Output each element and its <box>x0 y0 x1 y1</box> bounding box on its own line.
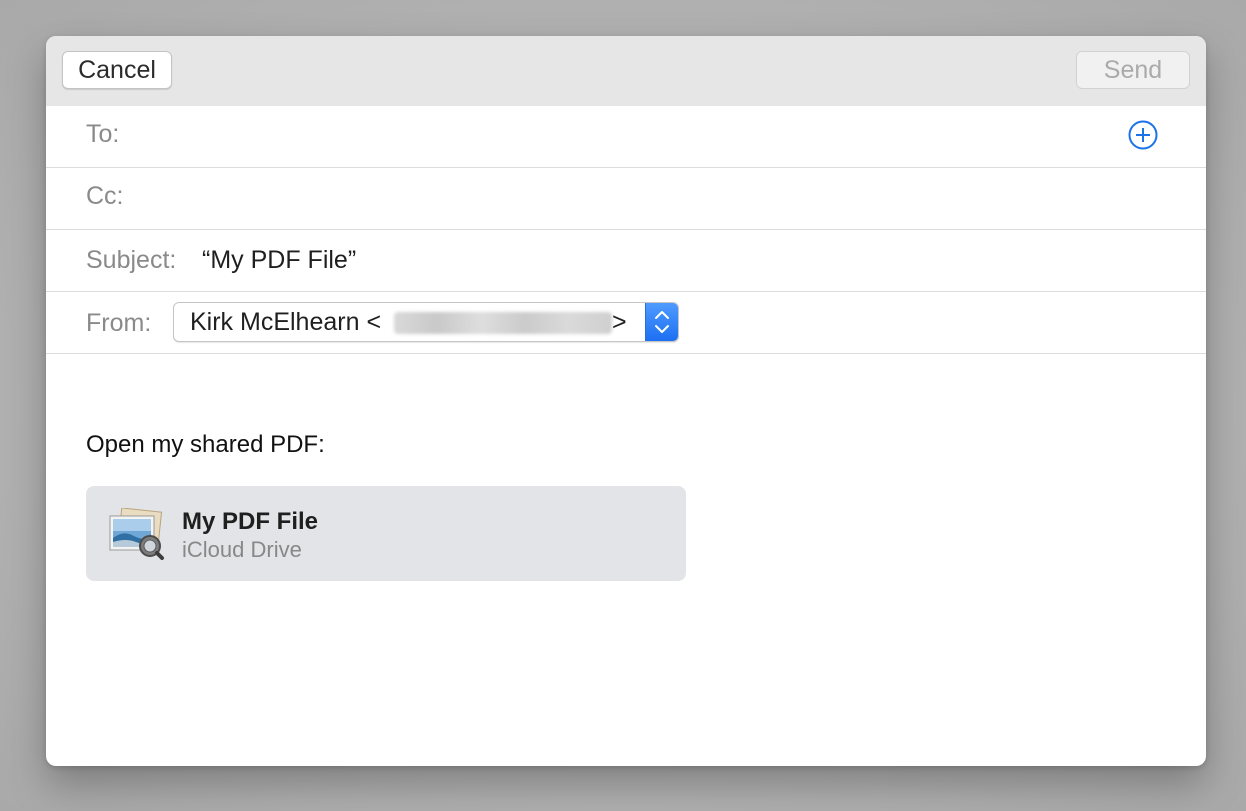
subject-input[interactable]: “My PDF File” <box>202 246 356 275</box>
chevron-up-down-icon <box>655 311 669 333</box>
cc-field-row[interactable]: Cc: <box>46 168 1206 230</box>
send-button[interactable]: Send <box>1076 51 1190 89</box>
subject-label: Subject: <box>86 246 177 274</box>
attachment-location: iCloud Drive <box>182 537 302 562</box>
compose-toolbar: Cancel Send <box>46 36 1206 106</box>
redacted-email <box>394 312 612 334</box>
message-body-text[interactable]: Open my shared PDF: <box>86 431 325 459</box>
subject-field-row[interactable]: Subject: “My PDF File” <box>46 230 1206 292</box>
from-label: From: <box>86 309 152 337</box>
from-account-name: Kirk McElhearn < <box>190 308 382 336</box>
to-field-row[interactable]: To: <box>46 106 1206 168</box>
add-contact-icon[interactable] <box>1128 120 1158 150</box>
cancel-button[interactable]: Cancel <box>62 51 172 89</box>
mail-compose-sheet: Cancel Send To: Cc: Subject: “My PDF Fil… <box>46 36 1206 766</box>
cc-label: Cc: <box>86 182 124 210</box>
to-label: To: <box>86 120 120 148</box>
from-account-close-bracket: > <box>612 308 627 336</box>
from-account-select[interactable]: Kirk McElhearn < > <box>173 302 679 342</box>
from-field-row: From: Kirk McElhearn < > <box>46 292 1206 354</box>
shared-file-attachment[interactable]: My PDF File iCloud Drive <box>86 486 686 581</box>
attachment-title: My PDF File <box>182 508 319 535</box>
select-stepper[interactable] <box>645 303 678 341</box>
preview-app-icon <box>109 508 164 560</box>
